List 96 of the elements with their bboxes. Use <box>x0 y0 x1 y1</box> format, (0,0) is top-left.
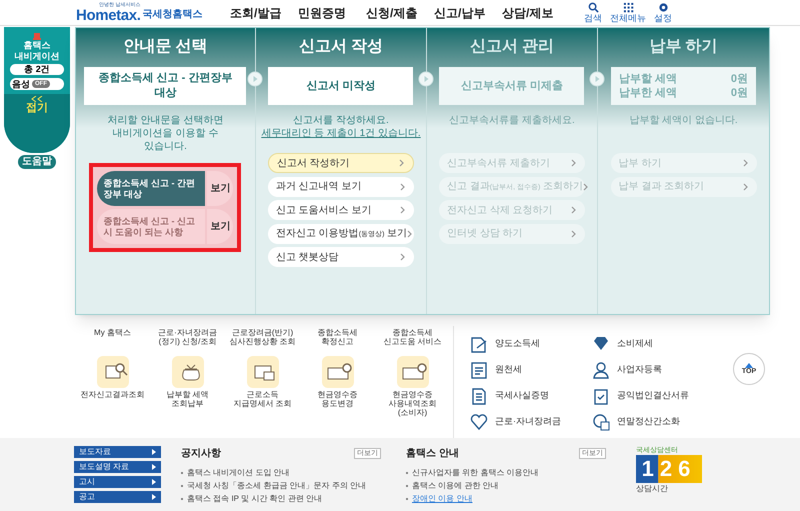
step-item[interactable]: 신고 챗봇상담 <box>268 247 414 267</box>
service-link[interactable]: My 홈택스 <box>76 328 148 337</box>
amount-label: 납부한 세액 <box>619 86 678 100</box>
service-link[interactable]: 근로소득 지급명세서 조회 <box>226 390 298 408</box>
heart-icon <box>469 412 489 432</box>
service-link[interactable]: 근로·자녀장려금(정기) 신청/조회 <box>152 328 224 346</box>
menu-icon <box>622 2 634 12</box>
submission-link[interactable]: 세무대리인 등 제출이 1건 있습니다. <box>261 127 421 140</box>
tax-link[interactable]: 원천세 <box>469 360 587 380</box>
count-badge: 총 2건 <box>10 64 64 75</box>
column-title: 신고서 작성 <box>298 37 384 57</box>
toolbar-button[interactable]: 전체메뉴 <box>610 2 646 24</box>
chevron-right-icon <box>570 206 577 214</box>
chevron-right-icon <box>570 230 577 238</box>
navigator-title: 홈택스 내비게이션 <box>14 40 60 62</box>
receipt-icon <box>322 356 354 388</box>
chevron-right-icon <box>583 182 590 190</box>
amount-label: 납부할 세액 <box>619 72 678 86</box>
service-link[interactable]: 종합소득세 신고도움 서비스 <box>376 328 448 346</box>
press-menu-link[interactable]: 공고 <box>74 491 161 503</box>
collapse-button[interactable]: 접기 <box>4 94 70 153</box>
document-search-icon <box>96 356 128 388</box>
toolbar-button[interactable]: 설정 <box>654 2 672 24</box>
triangle-right-icon <box>152 449 156 455</box>
tax-link[interactable]: 연말정산간소화 <box>591 412 709 432</box>
search-icon <box>588 2 598 12</box>
service-link[interactable]: 현금영수증 용도변경 <box>302 390 374 408</box>
nav-link[interactable]: 신청/제출 <box>366 4 434 22</box>
voice-label: 음성 <box>12 80 30 88</box>
chevron-right-icon <box>398 159 405 167</box>
status-box: 종합소득세 신고 - 간편장부 대상 <box>84 67 246 105</box>
column-title: 신고서 관리 <box>470 37 554 57</box>
nav-link[interactable]: 조회/발급 <box>230 4 298 22</box>
notice-link[interactable]: 국세청 사칭「종소세 환급금 안내」문자 주의 안내 <box>187 480 366 492</box>
column-message: 신고부속서류를 제출하세요. <box>448 114 576 127</box>
chevron-right-icon <box>400 182 406 190</box>
column-title: 납부 하기 <box>649 37 718 57</box>
tax-link[interactable]: 양도소득세 <box>469 334 587 354</box>
amount-value: 0원 <box>730 86 748 100</box>
notice-link[interactable]: 홈택스 이용에 관한 안내 <box>412 480 499 492</box>
chevron-right-icon <box>570 159 577 167</box>
nav-link[interactable]: 상담/제보 <box>502 4 570 22</box>
service-link[interactable]: 전자신고결과조회 <box>76 390 148 399</box>
chevron-right-icon <box>400 206 406 214</box>
tax-link[interactable]: 근로·자녀장려금 <box>469 412 587 432</box>
receipt-icon <box>396 356 428 388</box>
money-bag-icon <box>172 356 204 388</box>
logo-wordmark[interactable]: Hometax. <box>76 8 141 22</box>
service-link[interactable]: 근로장려금(반기) 심사진행상황 조회 <box>226 328 298 346</box>
tax-link[interactable]: 국세사실증명 <box>469 386 587 406</box>
view-button[interactable]: 보기 <box>207 171 234 206</box>
triangle-up-icon <box>745 363 753 368</box>
column-message: 신고서를 작성하세요. <box>292 114 390 127</box>
folder-icon <box>246 356 278 388</box>
press-menu-link[interactable]: 보도설명 자료 <box>74 461 161 473</box>
status-box: 신고서 미작성 <box>268 67 414 105</box>
press-menu-link[interactable]: 보도자료 <box>74 446 161 458</box>
column-message: 처리할 안내문을 선택하면 내비게이션을 이용할 수 있습니다. <box>106 114 224 153</box>
column-title: 안내문 선택 <box>123 37 208 57</box>
chevron-right-icon <box>742 182 748 190</box>
board-title: 공지사항 <box>181 447 221 461</box>
hours-label: 상담시간 <box>636 483 669 495</box>
tax-link[interactable]: 공익법인결산서류 <box>591 386 709 406</box>
toolbar-button[interactable]: 검색 <box>584 2 602 24</box>
document-icon <box>469 360 489 380</box>
logo-name: 국세청홈택스 <box>142 8 203 22</box>
chevron-right-icon <box>742 159 748 167</box>
tax-link[interactable]: 사업자등록 <box>591 360 709 380</box>
service-link[interactable]: 납부할 세액 조회납부 <box>152 390 224 408</box>
step-item[interactable]: 과거 신고내역 보기 <box>268 176 414 196</box>
column-message: 납부할 세액이 없습니다. <box>628 114 739 127</box>
notice-link[interactable]: 장애인 이용 안내 <box>412 493 472 505</box>
nav-link[interactable]: 민원증명 <box>298 4 366 22</box>
tax-link[interactable]: 소비제세 <box>591 334 709 354</box>
chevron-right-icon <box>400 253 406 261</box>
board-title: 홈택스 안내 <box>406 447 459 461</box>
chevron-right-icon <box>407 230 414 238</box>
notice-link[interactable]: 홈택스 내비게이션 도입 안내 <box>187 467 290 479</box>
nav-link[interactable]: 신고/납부 <box>434 4 502 22</box>
step-item[interactable]: 신고서 작성하기 <box>268 153 414 173</box>
step-item[interactable]: 신고 도움서비스 보기 <box>268 200 414 220</box>
notice-link[interactable]: 홈택스 접속 IP 및 시간 확인 관련 안내 <box>187 493 322 505</box>
triangle-right-icon <box>152 479 156 485</box>
view-button[interactable]: 보기 <box>207 209 234 244</box>
status-box: 신고부속서류 미제출 <box>439 67 584 105</box>
triangle-right-icon <box>152 464 156 470</box>
double-arrow-left-icon <box>31 96 43 102</box>
triangle-right-icon <box>152 494 156 500</box>
help-button[interactable]: 도움말 <box>18 155 56 169</box>
service-link[interactable]: 현금영수증 사용내역조회 (소비자) <box>376 390 448 417</box>
press-menu-link[interactable]: 고시 <box>74 476 161 488</box>
guide-item[interactable]: 종합소득세 신고 - 간편장부 대상 <box>97 171 206 206</box>
notice-link[interactable]: 신규사업자를 위한 홈택스 이용안내 <box>412 467 539 479</box>
amount-value: 0원 <box>730 72 748 86</box>
service-link[interactable]: 종합소득세 확정신고 <box>302 328 374 346</box>
person-icon <box>591 360 611 380</box>
